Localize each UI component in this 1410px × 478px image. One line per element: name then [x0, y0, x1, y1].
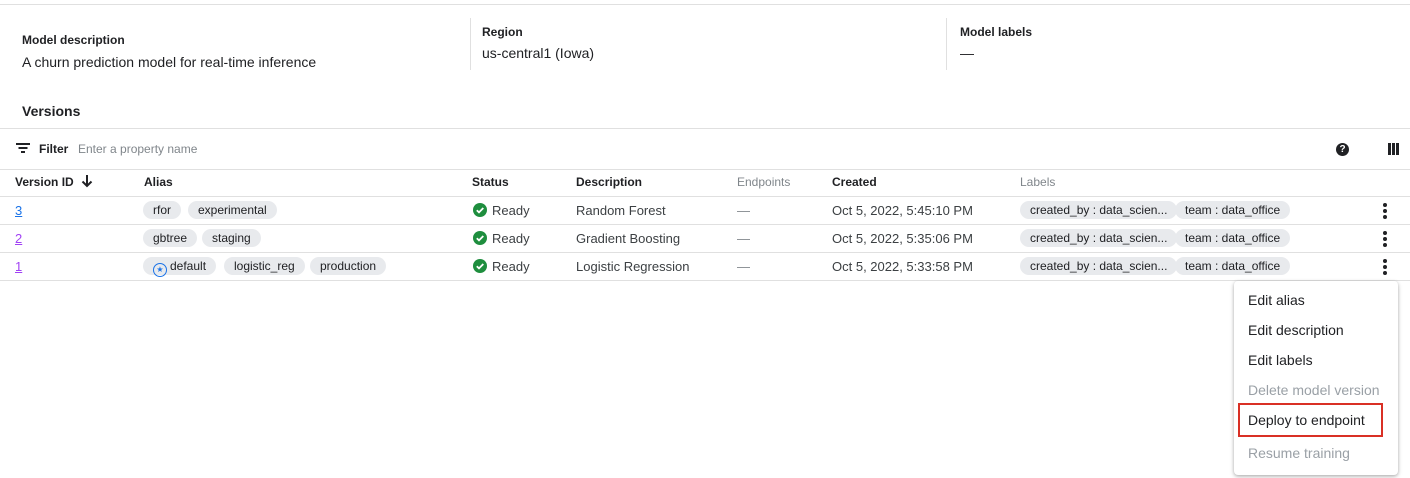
- check-circle-icon: [473, 259, 487, 273]
- filter-label[interactable]: Filter: [39, 142, 68, 156]
- column-display-icon[interactable]: [1388, 143, 1399, 155]
- more-vert-icon[interactable]: [1380, 231, 1390, 247]
- region-value: us-central1 (Iowa): [482, 45, 595, 61]
- menu-item-resume-training: Resume training: [1248, 445, 1350, 461]
- star-circle-icon: ★: [153, 263, 167, 277]
- menu-item-edit-alias[interactable]: Edit alias: [1248, 292, 1305, 308]
- versions-heading: Versions: [22, 103, 81, 119]
- table-row: 1 ★ default logistic_reg production Ready…: [0, 252, 1410, 281]
- version-id-link[interactable]: 3: [15, 203, 22, 218]
- alias-chip: experimental: [188, 201, 277, 219]
- description-cell: Gradient Boosting: [576, 231, 681, 246]
- column-header-labels[interactable]: Labels: [1020, 175, 1055, 189]
- column-header-endpoints[interactable]: Endpoints: [737, 175, 790, 189]
- status-text: Ready: [492, 259, 530, 274]
- filter-input[interactable]: [78, 139, 378, 159]
- endpoints-cell: —: [737, 231, 750, 246]
- filter-bar: Filter ?: [0, 128, 1410, 170]
- label-chip: created_by : data_scien...: [1020, 229, 1178, 247]
- created-cell: Oct 5, 2022, 5:33:58 PM: [832, 259, 973, 274]
- description-cell: Random Forest: [576, 203, 666, 218]
- model-description-label: Model description: [22, 33, 125, 47]
- label-chip: team : data_office: [1175, 201, 1291, 219]
- version-actions-menu: Edit alias Edit description Edit labels …: [1234, 281, 1398, 475]
- status-text: Ready: [492, 203, 530, 218]
- description-cell: Logistic Regression: [576, 259, 690, 274]
- column-header-created[interactable]: Created: [832, 175, 877, 189]
- help-circle-icon[interactable]: ?: [1336, 143, 1349, 156]
- details-divider: [470, 18, 471, 70]
- label-chip: created_by : data_scien...: [1020, 257, 1178, 275]
- arrow-down-icon[interactable]: [81, 174, 93, 188]
- created-cell: Oct 5, 2022, 5:45:10 PM: [832, 203, 973, 218]
- model-labels-value: —: [960, 45, 974, 61]
- created-cell: Oct 5, 2022, 5:35:06 PM: [832, 231, 973, 246]
- more-vert-icon[interactable]: [1380, 259, 1390, 275]
- endpoints-cell: —: [737, 203, 750, 218]
- alias-chip: gbtree: [143, 229, 198, 247]
- menu-item-delete-model-version: Delete model version: [1248, 382, 1380, 398]
- version-id-link[interactable]: 1: [15, 259, 22, 274]
- table-row: 3 rfor experimental Ready Random Forest …: [0, 196, 1410, 225]
- alias-chip-label: default: [170, 259, 207, 273]
- table-row: 2 gbtree staging Ready Gradient Boosting…: [0, 224, 1410, 253]
- column-header-version-id[interactable]: Version ID: [15, 175, 74, 189]
- version-id-link[interactable]: 2: [15, 231, 22, 246]
- region-label: Region: [482, 25, 523, 39]
- column-header-description[interactable]: Description: [576, 175, 642, 189]
- top-divider: [0, 4, 1410, 5]
- menu-item-edit-description[interactable]: Edit description: [1248, 322, 1344, 338]
- column-header-status[interactable]: Status: [472, 175, 509, 189]
- status-text: Ready: [492, 231, 530, 246]
- label-chip: team : data_office: [1175, 229, 1291, 247]
- endpoints-cell: —: [737, 259, 750, 274]
- more-vert-icon[interactable]: [1380, 203, 1390, 219]
- menu-item-deploy-to-endpoint[interactable]: Deploy to endpoint: [1248, 412, 1365, 428]
- check-circle-icon: [473, 231, 487, 245]
- alias-chip: staging: [202, 229, 261, 247]
- menu-item-edit-labels[interactable]: Edit labels: [1248, 352, 1313, 368]
- alias-chip-default: ★ default: [143, 257, 217, 277]
- details-divider: [946, 18, 947, 70]
- alias-chip: logistic_reg: [224, 257, 305, 275]
- label-chip: created_by : data_scien...: [1020, 201, 1178, 219]
- filter-lines-icon[interactable]: [16, 142, 30, 154]
- check-circle-icon: [473, 203, 487, 217]
- column-header-alias[interactable]: Alias: [144, 175, 173, 189]
- label-chip: team : data_office: [1175, 257, 1291, 275]
- alias-chip: rfor: [143, 201, 181, 219]
- model-labels-label: Model labels: [960, 25, 1033, 39]
- table-header: Version ID Alias Status Description Endp…: [0, 168, 1410, 197]
- model-description-value: A churn prediction model for real-time i…: [22, 54, 317, 70]
- alias-chip: production: [310, 257, 387, 275]
